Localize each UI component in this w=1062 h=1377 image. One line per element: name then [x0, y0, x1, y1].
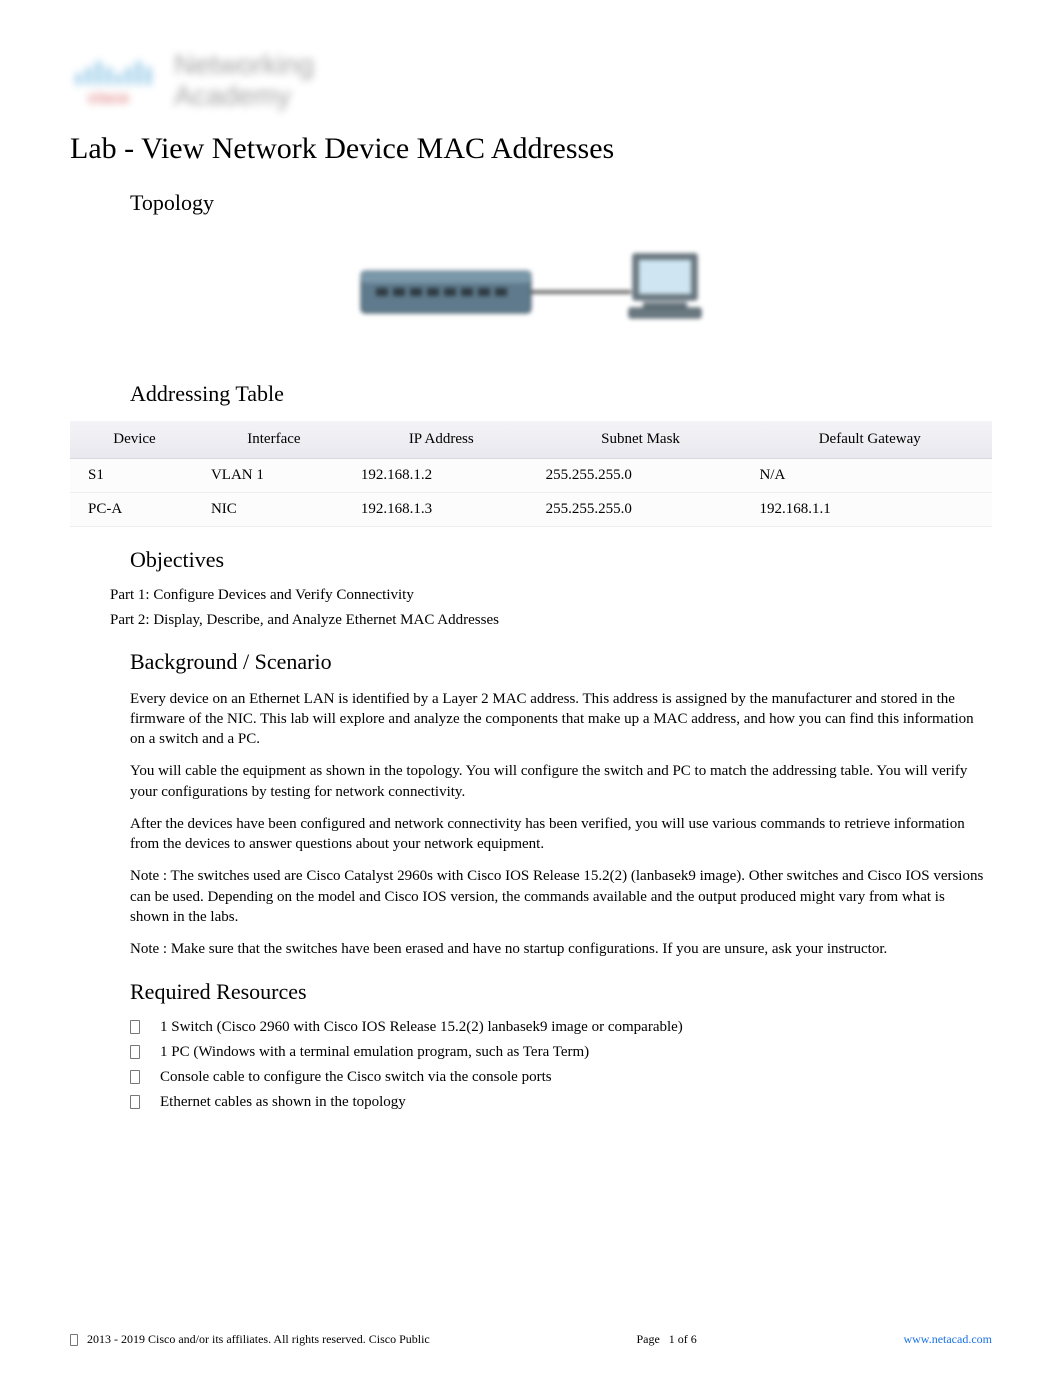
bullet-icon [130, 1045, 140, 1059]
resource-item: 1 Switch (Cisco 2960 with Cisco IOS Rele… [130, 1019, 992, 1036]
bg-p2: You will cable the equipment as shown in… [130, 761, 987, 802]
section-addressing: Addressing Table [130, 381, 992, 407]
cell-interface: NIC [199, 492, 349, 526]
th-interface: Interface [199, 421, 349, 459]
bullet-icon [70, 1334, 78, 1346]
bullet-icon [130, 1095, 140, 1109]
logo-line2: Academy [174, 80, 291, 111]
cell-device: PC-A [70, 492, 199, 526]
page-of: of [678, 1332, 688, 1346]
th-device: Device [70, 421, 199, 459]
resource-text: Ethernet cables as shown in the topology [160, 1094, 406, 1110]
bg-p1: Every device on an Ethernet LAN is ident… [130, 689, 987, 750]
background-text: Every device on an Ethernet LAN is ident… [130, 689, 987, 960]
resource-text: 1 PC (Windows with a terminal emulation … [160, 1044, 589, 1060]
cell-interface: VLAN 1 [199, 458, 349, 492]
cell-gateway: N/A [747, 458, 992, 492]
page-label: Page [636, 1332, 659, 1346]
cell-subnet: 255.255.255.0 [534, 492, 748, 526]
table-row: S1 VLAN 1 192.168.1.2 255.255.255.0 N/A [70, 458, 992, 492]
cell-ip: 192.168.1.2 [349, 458, 534, 492]
page-title: Lab - View Network Device MAC Addresses [70, 132, 992, 166]
th-subnet: Subnet Mask [534, 421, 748, 459]
resource-item: 1 PC (Windows with a terminal emulation … [130, 1044, 992, 1061]
cell-device: S1 [70, 458, 199, 492]
cell-subnet: 255.255.255.0 [534, 458, 748, 492]
bullet-icon [130, 1020, 140, 1034]
resource-text: 1 Switch (Cisco 2960 with Cisco IOS Rele… [160, 1019, 683, 1035]
cisco-bars-icon: cisco [70, 53, 160, 108]
footer-copyright: 2013 - 2019 Cisco and/or its affiliates.… [70, 1332, 430, 1347]
section-topology: Topology [130, 190, 992, 216]
th-gateway: Default Gateway [747, 421, 992, 459]
topology-diagram [70, 236, 992, 351]
bullet-icon [130, 1070, 140, 1084]
footer-link[interactable]: www.netacad.com [903, 1332, 992, 1346]
footer-url: www.netacad.com [903, 1332, 992, 1347]
objective-part2: Part 2: Display, Describe, and Analyze E… [110, 612, 992, 629]
bg-p4: Note : The switches used are Cisco Catal… [130, 866, 987, 927]
section-objectives: Objectives [130, 547, 992, 573]
page-current: 1 [669, 1332, 675, 1346]
logo-text: Networking Academy [174, 50, 314, 112]
resource-item: Ethernet cables as shown in the topology [130, 1094, 992, 1111]
table-row: PC-A NIC 192.168.1.3 255.255.255.0 192.1… [70, 492, 992, 526]
table-header-row: Device Interface IP Address Subnet Mask … [70, 421, 992, 459]
bg-p5: Note : Make sure that the switches have … [130, 939, 987, 959]
cell-gateway: 192.168.1.1 [747, 492, 992, 526]
cell-ip: 192.168.1.3 [349, 492, 534, 526]
section-resources: Required Resources [130, 979, 992, 1005]
header-logo: cisco Networking Academy [70, 50, 992, 112]
resource-item: Console cable to configure the Cisco swi… [130, 1069, 992, 1086]
bg-p3: After the devices have been configured a… [130, 814, 987, 855]
th-ip: IP Address [349, 421, 534, 459]
objectives-list: Part 1: Configure Devices and Verify Con… [110, 587, 992, 629]
objective-part1: Part 1: Configure Devices and Verify Con… [110, 587, 992, 604]
copyright-text: 2013 - 2019 Cisco and/or its affiliates.… [87, 1332, 430, 1346]
footer-page-number: Page 1 of 6 [636, 1332, 696, 1347]
resources-list: 1 Switch (Cisco 2960 with Cisco IOS Rele… [130, 1019, 992, 1111]
resource-text: Console cable to configure the Cisco swi… [160, 1069, 552, 1085]
page-total: 6 [691, 1332, 697, 1346]
logo-line1: Networking [174, 49, 314, 80]
cisco-brand-text: cisco [88, 90, 129, 107]
addressing-table: Device Interface IP Address Subnet Mask … [70, 421, 992, 527]
page-footer: 2013 - 2019 Cisco and/or its affiliates.… [70, 1332, 992, 1347]
section-background: Background / Scenario [130, 649, 992, 675]
